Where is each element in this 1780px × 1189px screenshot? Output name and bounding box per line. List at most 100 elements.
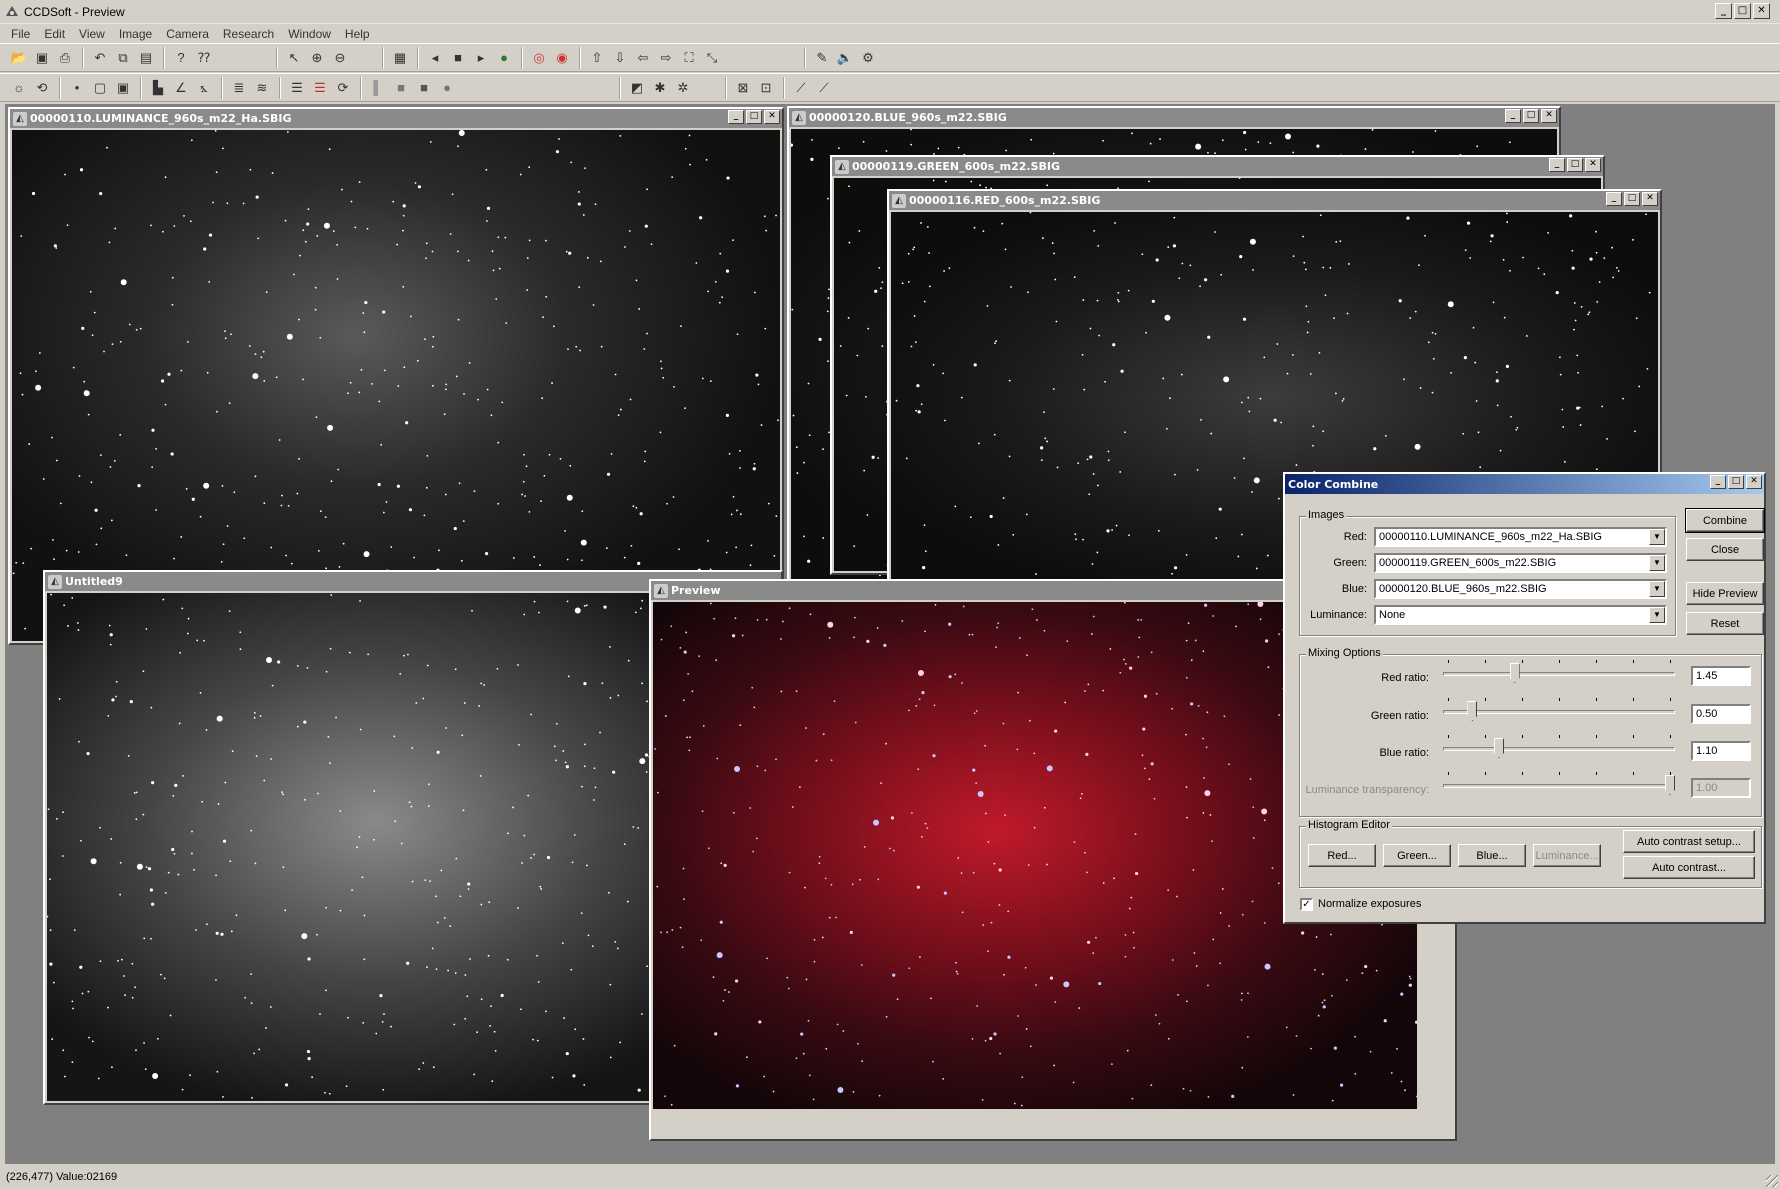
graph-icon[interactable]: ⦩ xyxy=(193,77,215,99)
close-icon[interactable]: ✕ xyxy=(1642,192,1658,206)
maximize-icon[interactable]: □ xyxy=(1523,109,1539,123)
arrow-right-icon[interactable]: ⇨ xyxy=(655,47,677,69)
align-icon[interactable]: ⊡ xyxy=(755,77,777,99)
expand-icon[interactable]: ⛶ xyxy=(678,47,700,69)
green-ratio-slider[interactable] xyxy=(1443,698,1675,722)
blue-image-select[interactable]: 00000120.BLUE_960s_m22.SBIG ▼ xyxy=(1374,579,1667,599)
play-icon[interactable]: ▸ xyxy=(470,47,492,69)
filter-icon[interactable]: ● xyxy=(493,47,515,69)
open-icon[interactable]: 📂 xyxy=(8,47,30,69)
maximize-icon[interactable]: □ xyxy=(1567,158,1583,172)
chevron-down-icon[interactable]: ▼ xyxy=(1649,607,1665,623)
blue-ratio-slider[interactable] xyxy=(1443,735,1675,759)
green-ratio-input[interactable]: 0.50 xyxy=(1691,704,1751,724)
dot-icon[interactable]: • xyxy=(66,77,88,99)
blue-ratio-input[interactable]: 1.10 xyxy=(1691,741,1751,761)
close-icon[interactable]: ✕ xyxy=(764,110,780,124)
window-title-bar[interactable]: ◭ 00000119.GREEN_600s_m22.SBIG _ □ ✕ xyxy=(832,157,1603,176)
tools-icon[interactable]: ✎ xyxy=(811,47,833,69)
frame-dark-icon[interactable]: ▣ xyxy=(112,77,134,99)
menu-edit[interactable]: Edit xyxy=(37,27,72,41)
save-icon[interactable]: ▣ xyxy=(31,47,53,69)
menu-view[interactable]: View xyxy=(72,27,112,41)
slider-thumb[interactable] xyxy=(1665,775,1675,795)
line-icon[interactable]: ⟋ xyxy=(790,77,812,99)
star-alt-icon[interactable]: ✲ xyxy=(672,77,694,99)
block-mid-icon[interactable]: ■ xyxy=(390,77,412,99)
resize-grip[interactable] xyxy=(1766,1175,1778,1187)
close-icon[interactable]: ✕ xyxy=(1753,3,1770,19)
crop-icon[interactable]: ⊠ xyxy=(732,77,754,99)
minimize-icon[interactable]: _ xyxy=(1505,109,1521,123)
stack-icon[interactable]: ≣ xyxy=(228,77,250,99)
minimize-icon[interactable]: _ xyxy=(1710,475,1726,489)
maximize-icon[interactable]: □ xyxy=(1728,475,1744,489)
window-luminance[interactable]: ◭ 00000110.LUMINANCE_960s_m22_Ha.SBIG _ □… xyxy=(8,107,784,645)
copy-icon[interactable]: ⧉ xyxy=(112,47,134,69)
slider-thumb[interactable] xyxy=(1494,738,1505,758)
green-image-select[interactable]: 00000119.GREEN_600s_m22.SBIG ▼ xyxy=(1374,553,1667,573)
block-dark-icon[interactable]: ■ xyxy=(413,77,435,99)
curve-icon[interactable]: ∠ xyxy=(170,77,192,99)
pointer-icon[interactable]: ↖ xyxy=(283,47,305,69)
close-icon[interactable]: ✕ xyxy=(1585,158,1601,172)
zoom-in-icon[interactable]: ⊕ xyxy=(306,47,328,69)
process-icon[interactable]: ⟲ xyxy=(31,77,53,99)
window-title-bar[interactable]: ◭ 00000120.BLUE_960s_m22.SBIG _ □ ✕ xyxy=(789,108,1559,127)
zoom-out-icon[interactable]: ⊖ xyxy=(329,47,351,69)
red-ratio-slider[interactable] xyxy=(1443,660,1675,684)
reset-button[interactable]: Reset xyxy=(1686,612,1764,635)
frame-icon[interactable]: ▢ xyxy=(89,77,111,99)
sound-icon[interactable]: 🔈 xyxy=(834,47,856,69)
menu-camera[interactable]: Camera xyxy=(159,27,216,41)
menu-window[interactable]: Window xyxy=(281,27,338,41)
target-icon[interactable]: ◉ xyxy=(551,47,573,69)
combine-button[interactable]: Combine xyxy=(1685,508,1765,533)
maximize-icon[interactable]: □ xyxy=(746,110,762,124)
circle-icon[interactable]: ● xyxy=(436,77,458,99)
brightness-icon[interactable]: ☼ xyxy=(8,77,30,99)
minimize-icon[interactable]: _ xyxy=(1606,192,1622,206)
block-light-icon[interactable]: ▌ xyxy=(367,77,389,99)
menu-file[interactable]: File xyxy=(4,27,37,41)
hide-preview-button[interactable]: Hide Preview xyxy=(1686,582,1764,605)
paste-icon[interactable]: ▤ xyxy=(135,47,157,69)
arrow-left-icon[interactable]: ⇦ xyxy=(632,47,654,69)
grid-icon[interactable]: ▦ xyxy=(389,47,411,69)
red-image-select[interactable]: 00000110.LUMINANCE_960s_m22_Ha.SBIG ▼ xyxy=(1374,527,1667,547)
red-ratio-input[interactable]: 1.45 xyxy=(1691,666,1751,686)
color-layers-icon[interactable]: ☰ xyxy=(309,77,331,99)
normalize-exposures-label[interactable]: Normalize exposures xyxy=(1318,898,1421,910)
maximize-icon[interactable]: □ xyxy=(1734,3,1751,19)
camera-icon[interactable]: ⚙ xyxy=(857,47,879,69)
undo-icon[interactable]: ↶ xyxy=(89,47,111,69)
help-icon[interactable]: ? xyxy=(170,47,192,69)
context-help-icon[interactable]: ⁇ xyxy=(193,47,215,69)
chevron-down-icon[interactable]: ▼ xyxy=(1649,555,1665,571)
play-back-icon[interactable]: ◂ xyxy=(424,47,446,69)
menu-research[interactable]: Research xyxy=(216,27,281,41)
dialog-title-bar[interactable]: Color Combine _ □ ✕ xyxy=(1285,474,1764,494)
auto-contrast-setup-button[interactable]: Auto contrast setup... xyxy=(1623,830,1755,853)
link-icon[interactable]: ◎ xyxy=(528,47,550,69)
arrow-up-icon[interactable]: ⇧ xyxy=(586,47,608,69)
close-icon[interactable]: ✕ xyxy=(1541,109,1557,123)
chevron-down-icon[interactable]: ▼ xyxy=(1649,529,1665,545)
maximize-icon[interactable]: □ xyxy=(1624,192,1640,206)
rotate-icon[interactable]: ⟳ xyxy=(332,77,354,99)
star-icon[interactable]: ✱ xyxy=(649,77,671,99)
histogram-green-button[interactable]: Green... xyxy=(1383,844,1451,867)
menu-help[interactable]: Help xyxy=(338,27,377,41)
histogram-red-button[interactable]: Red... xyxy=(1308,844,1376,867)
window-title-bar[interactable]: ◭ 00000110.LUMINANCE_960s_m22_Ha.SBIG _ □… xyxy=(10,109,782,128)
collapse-icon[interactable]: ⤡ xyxy=(701,47,723,69)
minimize-icon[interactable]: _ xyxy=(728,110,744,124)
stop-icon[interactable]: ■ xyxy=(447,47,469,69)
line-alt-icon[interactable]: ⟋ xyxy=(813,77,835,99)
close-icon[interactable]: ✕ xyxy=(1746,475,1762,489)
layers-icon[interactable]: ☰ xyxy=(286,77,308,99)
slider-thumb[interactable] xyxy=(1467,701,1478,721)
close-button[interactable]: Close xyxy=(1686,538,1764,561)
stack-color-icon[interactable]: ≋ xyxy=(251,77,273,99)
invert-icon[interactable]: ◩ xyxy=(626,77,648,99)
